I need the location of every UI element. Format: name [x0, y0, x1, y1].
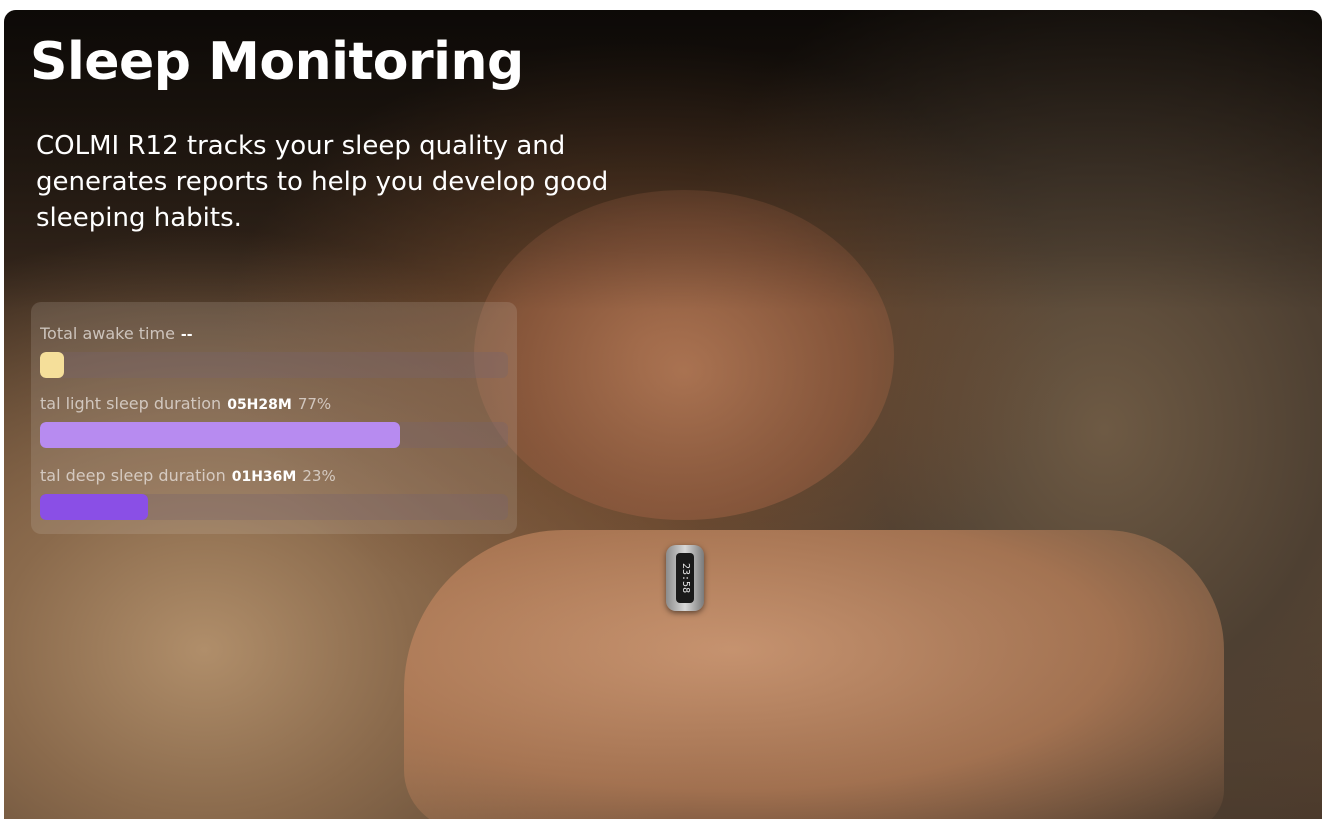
progress-fill	[40, 352, 64, 378]
awake-time-metric: Total awake time --	[40, 324, 510, 378]
sleep-stats-panel: Total awake time -- tal light sleep durat…	[31, 302, 517, 534]
metric-value: 01H36M	[231, 469, 297, 485]
deep-sleep-metric: tal deep sleep duration 01H36M 23%	[40, 466, 510, 520]
progress-track	[40, 352, 508, 378]
metric-value: 05H28M	[227, 397, 292, 413]
progress-track	[40, 494, 508, 520]
metric-value: --	[180, 327, 193, 343]
progress-fill	[40, 494, 148, 520]
metric-label: Total awake time	[40, 324, 175, 343]
progress-track	[40, 422, 508, 448]
metric-label: tal light sleep duration	[40, 394, 222, 413]
smart-ring: 23:58	[666, 545, 704, 611]
progress-fill	[40, 422, 400, 448]
hero-banner: 23:58 Sleep Monitoring COLMI R12 tracks …	[4, 10, 1322, 819]
hand-on-pillow	[404, 530, 1224, 819]
metric-label-row: Total awake time --	[40, 324, 510, 348]
metric-label-row: tal deep sleep duration 01H36M 23%	[40, 466, 510, 490]
light-sleep-metric: tal light sleep duration 05H28M 77%	[40, 394, 510, 448]
metric-percent: 77%	[297, 395, 332, 413]
ring-display-time: 23:58	[676, 553, 694, 603]
page-title: Sleep Monitoring	[30, 32, 524, 92]
page-subtitle: COLMI R12 tracks your sleep quality and …	[36, 131, 609, 233]
metric-percent: 23%	[302, 467, 336, 485]
metric-label: tal deep sleep duration	[40, 466, 226, 485]
metric-label-row: tal light sleep duration 05H28M 77%	[40, 394, 510, 418]
